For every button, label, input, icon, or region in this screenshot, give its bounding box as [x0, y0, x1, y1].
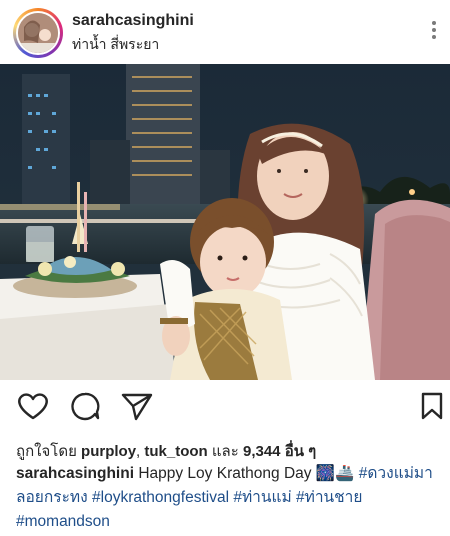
- hashtag-link[interactable]: #ท่านแม่: [233, 489, 291, 506]
- post-image: [0, 64, 450, 380]
- heart-icon[interactable]: [16, 391, 50, 421]
- liker-link-2[interactable]: tuk_toon: [144, 443, 207, 460]
- hashtag-link[interactable]: #ท่านชาย: [296, 489, 362, 506]
- liker-link-1[interactable]: purploy: [81, 443, 136, 460]
- post-username[interactable]: sarahcasinghini: [72, 12, 194, 30]
- likes-prefix: ถูกใจโดย: [16, 443, 82, 460]
- caption-username[interactable]: sarahcasinghini: [16, 465, 134, 482]
- likes-count[interactable]: 9,344 อื่น ๆ: [243, 443, 316, 460]
- post-location[interactable]: ท่าน้ำ สี่พระยา: [72, 34, 159, 56]
- post-photo[interactable]: [0, 64, 450, 380]
- story-ring[interactable]: [13, 8, 63, 58]
- caption-text: Happy Loy Krathong Day: [134, 465, 316, 482]
- caption-emojis: 🎆🚢: [315, 465, 355, 482]
- avatar-image: [18, 13, 58, 53]
- post-caption: sarahcasinghini Happy Loy Krathong Day 🎆…: [16, 462, 436, 534]
- likes-summary[interactable]: ถูกใจโดย purploy, tuk_toon และ 9,344 อื่…: [16, 439, 316, 463]
- bookmark-icon[interactable]: [418, 391, 446, 421]
- hashtag-link[interactable]: #loykrathongfestival: [92, 489, 229, 506]
- send-icon[interactable]: [120, 391, 154, 421]
- more-vertical-icon[interactable]: [424, 18, 444, 46]
- comment-icon[interactable]: [68, 391, 102, 421]
- post-header: sarahcasinghini ท่าน้ำ สี่พระยา: [0, 0, 450, 64]
- hashtag-link[interactable]: #momandson: [16, 513, 110, 530]
- action-bar: [0, 380, 450, 430]
- avatar[interactable]: [18, 13, 58, 53]
